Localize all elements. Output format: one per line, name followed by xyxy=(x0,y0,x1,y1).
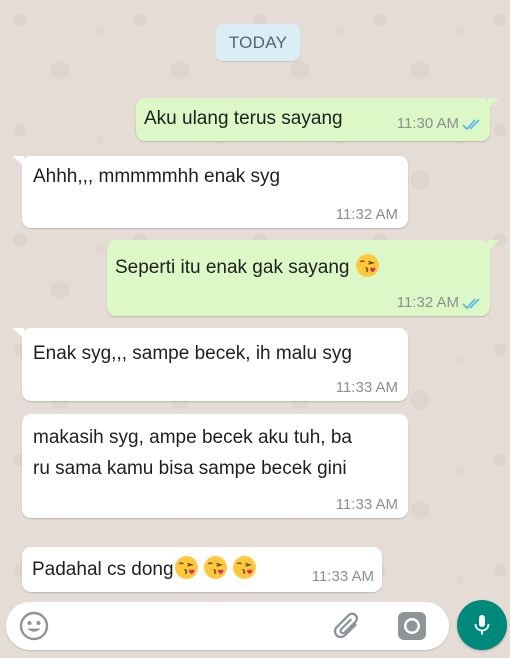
camera-icon[interactable] xyxy=(396,610,428,642)
message-text-line: makasih syg, ampe becek aku tuh, ba xyxy=(33,427,352,448)
message-text: Aku ulang terus sayang xyxy=(144,108,343,129)
message-time: 11:33 AM xyxy=(335,379,398,396)
message-text: Ahhh,,, mmmmmhh enak syg xyxy=(33,166,281,187)
message-bubble-incoming[interactable]: Padahal cs dong 11:33 AM xyxy=(22,547,382,592)
paperclip-icon[interactable] xyxy=(331,610,365,644)
message-time: 11:33 AM xyxy=(311,568,374,585)
message-text-line: Padahal cs dong xyxy=(32,555,257,584)
message-meta: 11:30 AM xyxy=(397,115,484,133)
message-time: 11:30 AM xyxy=(396,115,459,132)
message-meta: 11:33 AM xyxy=(336,379,398,397)
message-bubble-incoming[interactable]: Enak syg,,, sampe becek, ih malu syg 11:… xyxy=(13,328,408,401)
kiss-face-emoji-icon xyxy=(232,556,256,579)
double-check-read-icon xyxy=(462,298,480,310)
message-input-field[interactable] xyxy=(6,602,449,650)
message-text-line: ru sama kamu bisa sampe becek gini xyxy=(33,458,347,479)
message-meta: 11:32 AM xyxy=(397,294,484,312)
kiss-face-emoji-icon xyxy=(174,556,198,579)
emoji-icon[interactable] xyxy=(18,610,50,642)
message-meta: 11:33 AM xyxy=(336,496,398,514)
microphone-icon xyxy=(474,615,490,635)
message-time: 11:33 AM xyxy=(335,496,398,513)
message-input-bar xyxy=(0,598,510,658)
double-check-read-icon xyxy=(462,119,480,131)
message-text: Padahal cs dong xyxy=(32,559,174,580)
message-bubble-outgoing[interactable]: Seperti itu enak gak sayang 11:32 AM xyxy=(107,240,499,316)
message-meta: 11:33 AM xyxy=(312,568,374,586)
message-text: Seperti itu enak gak sayang xyxy=(115,257,350,278)
message-time: 11:32 AM xyxy=(335,206,398,223)
message-text-line: Seperti itu enak gak sayang xyxy=(115,253,380,282)
kiss-face-emoji-icon xyxy=(203,556,227,579)
message-bubble-outgoing[interactable]: Aku ulang terus sayang 11:30 AM xyxy=(136,98,499,141)
kiss-face-emoji-icon xyxy=(355,254,379,277)
date-chip: TODAY xyxy=(216,24,300,61)
message-bubble-incoming[interactable]: makasih syg, ampe becek aku tuh, ba ru s… xyxy=(22,414,408,518)
message-meta: 11:32 AM xyxy=(336,206,398,224)
microphone-button[interactable] xyxy=(457,600,507,650)
message-bubble-incoming[interactable]: Ahhh,,, mmmmmhh enak syg 11:32 AM xyxy=(13,156,408,228)
message-text: Enak syg,,, sampe becek, ih malu syg xyxy=(33,343,352,364)
message-time: 11:32 AM xyxy=(396,294,459,311)
